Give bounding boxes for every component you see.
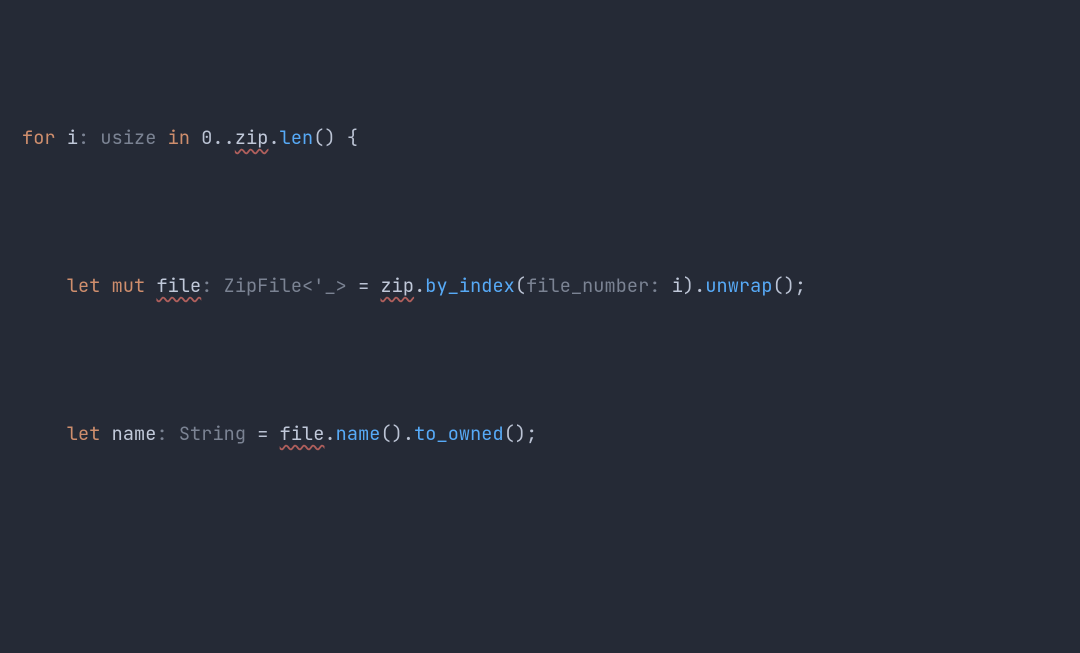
keyword-for: for bbox=[22, 125, 56, 150]
code-line: let name: String = file.name().to_owned(… bbox=[22, 415, 1080, 452]
code-editor-viewport[interactable]: for i: usize in 0..zip.len() { let mut f… bbox=[0, 0, 1080, 653]
code-line: let mut file: ZipFile<'_> = zip.by_index… bbox=[22, 267, 1080, 304]
code-line: for i: usize in 0..zip.len() { bbox=[22, 119, 1080, 156]
inlay-type-hint: : usize bbox=[78, 125, 168, 150]
var-name: name bbox=[112, 421, 157, 446]
var-file: file bbox=[156, 273, 201, 298]
inlay-param-hint: file_number: bbox=[526, 273, 672, 298]
var-zip: zip bbox=[235, 125, 269, 150]
blank-line bbox=[22, 563, 1080, 600]
keyword-in: in bbox=[168, 125, 190, 150]
fn-by-index: by_index bbox=[425, 273, 515, 298]
var-i: i bbox=[67, 125, 78, 150]
fn-len: len bbox=[280, 125, 314, 150]
inlay-type-hint: : ZipFile<'_> bbox=[201, 273, 358, 298]
